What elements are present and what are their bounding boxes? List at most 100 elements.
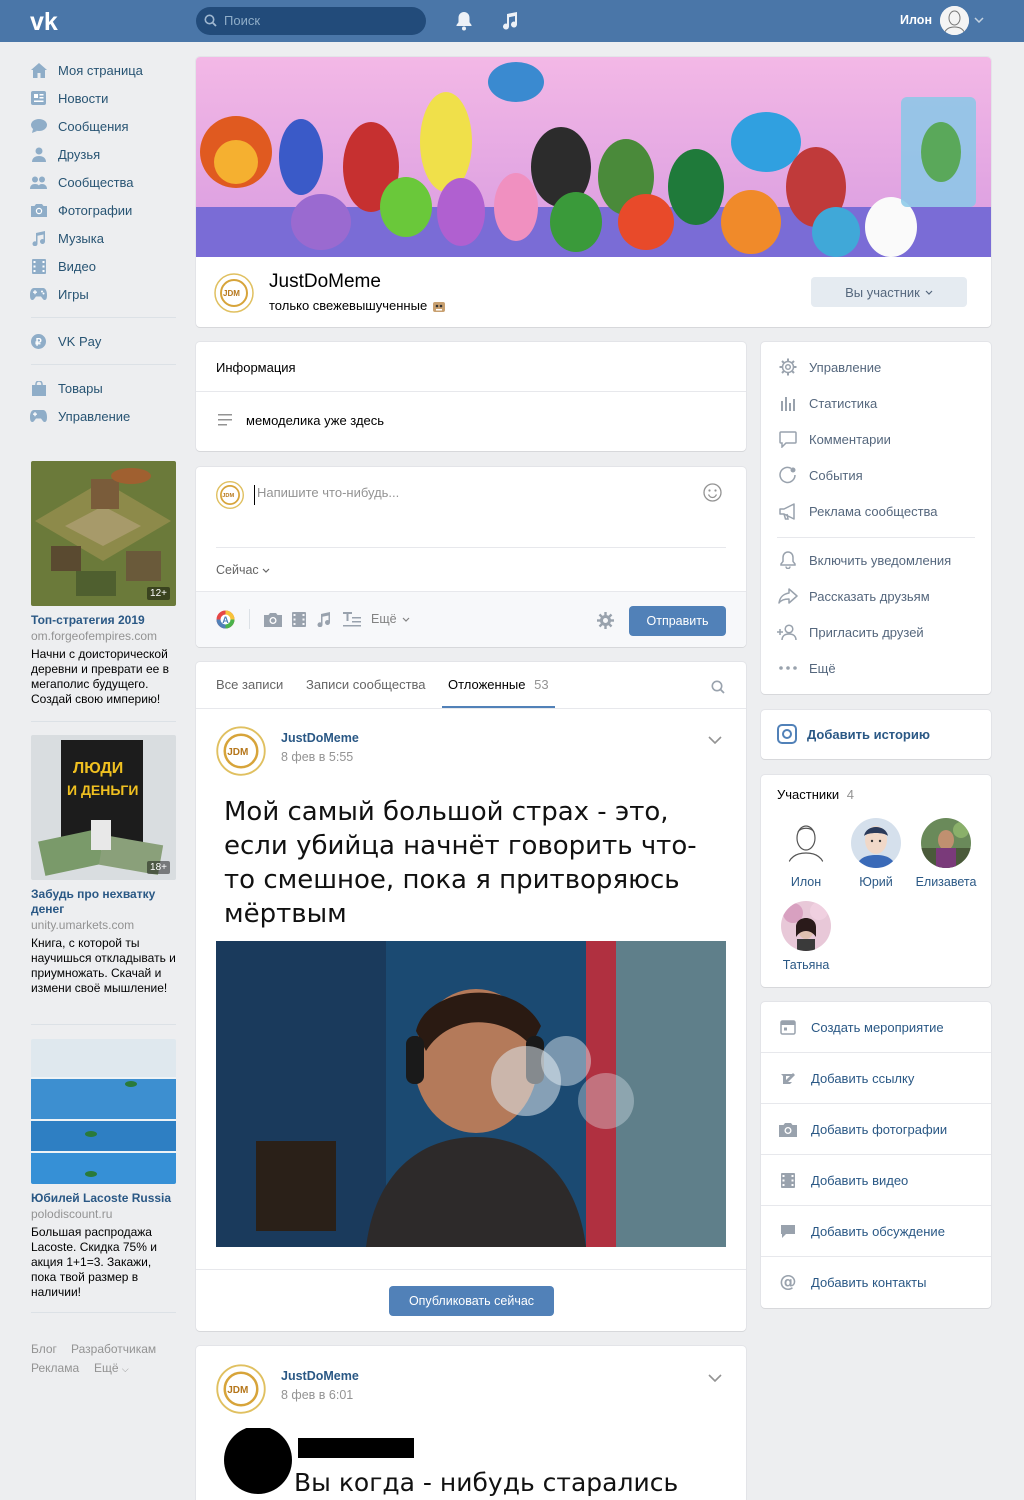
post-date[interactable]: 8 фев в 6:01: [281, 1388, 353, 1402]
more-attachments-button[interactable]: Ещё: [371, 612, 410, 626]
menu-item-invite[interactable]: Пригласить друзей: [777, 622, 924, 642]
avatar: [781, 818, 831, 868]
action-add-video[interactable]: Добавить видео: [777, 1162, 908, 1198]
publish-now-button[interactable]: Опубликовать сейчас: [389, 1286, 554, 1316]
menu-item-comments[interactable]: Комментарии: [777, 429, 891, 449]
ad-image[interactable]: [31, 1039, 176, 1184]
sidebar-item-news[interactable]: Новости: [30, 84, 180, 112]
menu-item-notifications[interactable]: Включить уведомления: [777, 550, 951, 570]
menu-item-share[interactable]: Рассказать друзьям: [777, 586, 930, 606]
action-add-contacts[interactable]: @ Добавить контакты: [777, 1264, 927, 1300]
menu-item-manage[interactable]: Управление: [777, 357, 881, 377]
gear-icon[interactable]: [597, 612, 614, 629]
music-icon[interactable]: [501, 11, 519, 31]
sidebar-item-label: Музыка: [58, 230, 104, 246]
smile-icon[interactable]: [703, 483, 722, 502]
tab-all-posts[interactable]: Все записи: [216, 662, 283, 708]
vk-logo-icon[interactable]: vk: [30, 9, 66, 33]
menu-item-more[interactable]: Ещё: [777, 658, 836, 678]
sidebar-item-my-page[interactable]: Моя страница: [30, 56, 180, 84]
footer-more-link[interactable]: Ещё ⌵: [94, 1361, 129, 1375]
chevron-down-icon[interactable]: [708, 1374, 722, 1382]
camera-icon[interactable]: [264, 612, 282, 627]
ad-text: Большая распродажа Lacoste. Скидка 75% и…: [31, 1225, 157, 1299]
music-icon[interactable]: [317, 612, 331, 627]
action-label: Добавить обсуждение: [811, 1223, 945, 1239]
bell-icon[interactable]: [455, 11, 473, 31]
footer-ads-link[interactable]: Реклама: [31, 1361, 79, 1375]
wall-card: Все записи Записи сообщества Отложенные …: [196, 662, 746, 1331]
sidebar-item-label: VK Pay: [58, 333, 102, 349]
sidebar-item-goods[interactable]: Товары: [30, 374, 180, 402]
sidebar-item-video[interactable]: Видео: [30, 252, 180, 280]
ad-block[interactable]: 12+ Топ-стратегия 2019 om.forgeofempires…: [31, 461, 176, 707]
sidebar-item-label: Игры: [58, 286, 89, 302]
menu-item-ads[interactable]: Реклама сообщества: [777, 501, 938, 521]
user-name[interactable]: Илон: [880, 13, 932, 27]
user-avatar[interactable]: [940, 6, 969, 35]
sidebar-item-music[interactable]: Музыка: [30, 224, 180, 252]
ad-block[interactable]: Юбилей Lacoste Russia polodiscount.ru Бо…: [31, 1039, 176, 1300]
sidebar-item-label: Видео: [58, 258, 96, 274]
member-name: Татьяна: [782, 958, 830, 972]
send-button[interactable]: Отправить: [629, 606, 726, 636]
action-label: Добавить видео: [811, 1172, 909, 1188]
sidebar-item-vkpay[interactable]: ₽ VK Pay: [30, 327, 180, 355]
sidebar-item-communities[interactable]: Сообщества: [30, 168, 180, 196]
post-text-input[interactable]: Напишите что-нибудь...: [254, 485, 684, 505]
ad-title[interactable]: Забудь про нехватку денег: [31, 887, 176, 917]
art-object-icon[interactable]: A: [216, 610, 235, 629]
menu-item-events[interactable]: События: [777, 465, 863, 485]
ad-image[interactable]: 12+: [31, 461, 176, 606]
ad-title[interactable]: Топ-стратегия 2019: [31, 613, 176, 628]
menu-item-stats[interactable]: Статистика: [777, 393, 877, 413]
member-status-button[interactable]: Вы участник: [811, 277, 967, 307]
ad-title[interactable]: Юбилей Lacoste Russia: [31, 1191, 176, 1206]
video-icon[interactable]: [292, 612, 306, 627]
footer-blog-link[interactable]: Блог: [31, 1342, 57, 1356]
add-story-button[interactable]: Добавить историю: [777, 724, 930, 744]
tab-community-posts[interactable]: Записи сообщества: [306, 662, 426, 708]
action-add-link[interactable]: Добавить ссылку: [777, 1060, 914, 1096]
post-author[interactable]: JustDoMeme: [281, 1369, 359, 1383]
chevron-down-icon: [925, 290, 933, 295]
meme-image[interactable]: Мой самый большой страх - это, если убий…: [216, 792, 726, 1247]
group-avatar[interactable]: JDM: [214, 273, 254, 313]
chevron-down-icon[interactable]: [974, 17, 984, 23]
meme-image[interactable]: Вы когда - нибудь старались: [216, 1428, 726, 1500]
sidebar-item-messages[interactable]: Сообщения: [30, 112, 180, 140]
post-author[interactable]: JustDoMeme: [281, 731, 359, 745]
post-author-avatar[interactable]: JDM: [216, 726, 266, 776]
chevron-down-icon[interactable]: [708, 736, 722, 744]
news-icon: [30, 90, 47, 107]
publish-time-select[interactable]: Сейчас: [216, 563, 270, 577]
at-icon: @: [779, 1272, 797, 1292]
post-date[interactable]: 8 фев в 5:55: [281, 750, 353, 764]
sidebar-item-photos[interactable]: Фотографии: [30, 196, 180, 224]
member-item[interactable]: Илон: [771, 818, 841, 889]
post-composer: JDM Напишите что-нибудь... Сейчас A Ещё: [196, 467, 746, 647]
search-input[interactable]: Поиск: [196, 7, 426, 35]
menu-item-label: Включить уведомления: [809, 552, 952, 568]
member-item[interactable]: Юрий: [841, 818, 911, 889]
article-icon[interactable]: [343, 612, 361, 627]
footer-dev-link[interactable]: Разработчикам: [71, 1342, 156, 1356]
sidebar-item-games[interactable]: Игры: [30, 280, 180, 308]
sidebar-item-friends[interactable]: Друзья: [30, 140, 180, 168]
ad-image[interactable]: ЛЮДИ И ДЕНЬГИ 18+: [31, 735, 176, 880]
sidebar-item-label: Моя страница: [58, 62, 143, 78]
post-author-avatar[interactable]: JDM: [216, 1364, 266, 1414]
action-add-discussion[interactable]: Добавить обсуждение: [777, 1213, 945, 1249]
member-item[interactable]: Татьяна: [771, 901, 841, 972]
divider: [196, 708, 746, 709]
ad-text: Начни с доисторической деревни и преврат…: [31, 647, 169, 706]
member-item[interactable]: Елизавета: [911, 818, 981, 889]
action-create-event[interactable]: Создать мероприятие: [777, 1009, 944, 1045]
tab-postponed[interactable]: Отложенные 53: [442, 662, 555, 708]
action-add-photos[interactable]: Добавить фотографии: [777, 1111, 947, 1147]
story-card: Добавить историю: [761, 710, 991, 759]
ad-block[interactable]: ЛЮДИ И ДЕНЬГИ 18+ Забудь про нехватку де…: [31, 735, 176, 996]
search-icon[interactable]: [711, 680, 725, 694]
sidebar-item-manage[interactable]: Управление: [30, 402, 180, 430]
members-header[interactable]: Участники 4: [777, 787, 854, 802]
